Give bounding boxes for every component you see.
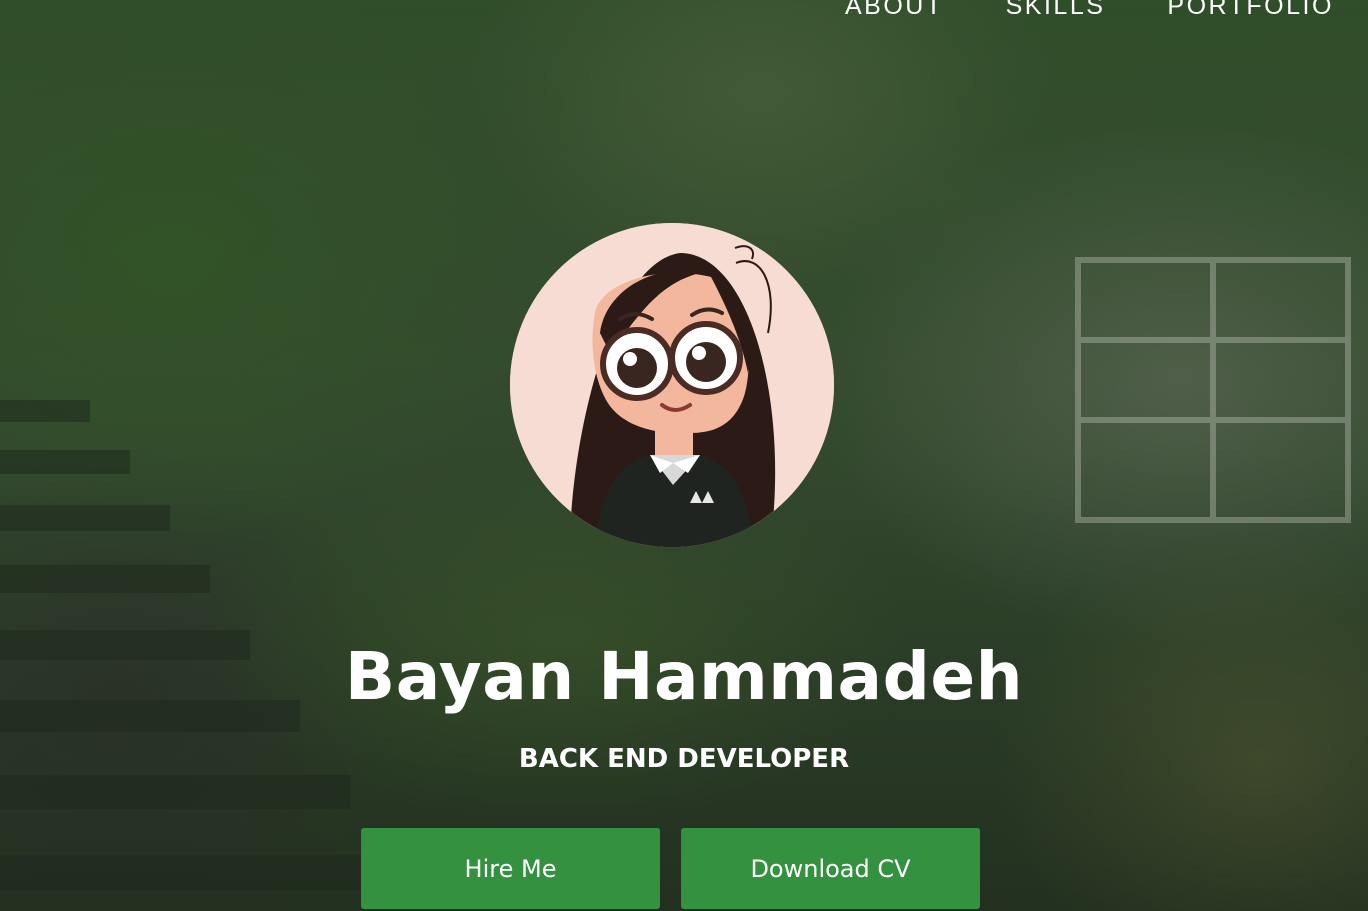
cartoon-girl-with-glasses-avatar-icon (510, 223, 834, 547)
top-nav: ABOUT SKILLS PORTFOLIO (845, 0, 1334, 21)
hire-me-button[interactable]: Hire Me (361, 828, 660, 909)
nav-item-skills[interactable]: SKILLS (1006, 0, 1106, 21)
hero-role: BACK END DEVELOPER (518, 744, 850, 774)
download-cv-button[interactable]: Download CV (681, 828, 980, 909)
nav-item-portfolio[interactable]: PORTFOLIO (1167, 0, 1334, 21)
building-decoration (1075, 257, 1351, 523)
avatar (510, 223, 834, 547)
hero-name: Bayan Hammadeh (344, 638, 1024, 715)
nav-item-about[interactable]: ABOUT (845, 0, 944, 21)
